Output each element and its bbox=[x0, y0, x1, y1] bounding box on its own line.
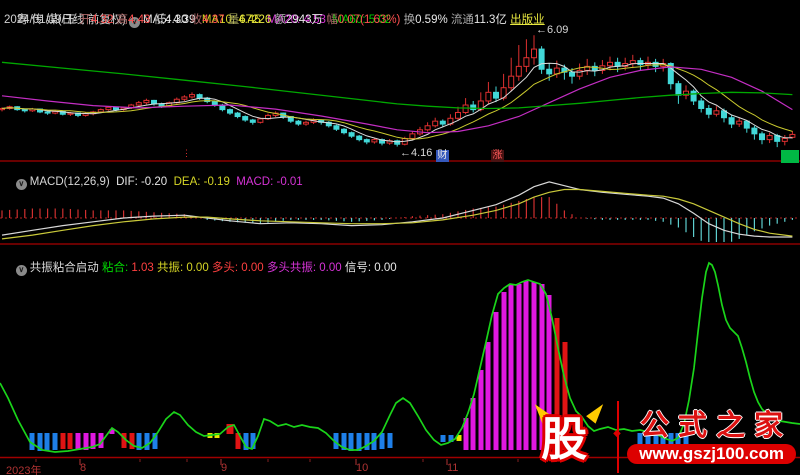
text-segment: 收 bbox=[190, 14, 203, 26]
horn-icon bbox=[586, 400, 609, 424]
watermark-text-block: 公式之家 www.gszj100.com bbox=[627, 410, 796, 464]
indicator-label-row: ∨ 共振粘合启动 粘合: 1.03 共振: 0.00 多头: 0.00 多头共振:… bbox=[3, 250, 397, 288]
x-axis-label: 10 bbox=[356, 462, 369, 474]
text-segment: 1.03 bbox=[131, 262, 157, 274]
text-segment: 低 bbox=[153, 14, 166, 26]
diamond-icon: ◆ bbox=[613, 428, 621, 439]
header-line2: 2024/01/19/五 开4.32 高4.43 低4.30 收4.37 量67… bbox=[4, 14, 545, 26]
text-segment: MACD: -0.01 bbox=[236, 176, 303, 188]
text-segment: 2024/01/19/五 bbox=[4, 14, 80, 26]
text-segment: 共振粘合启动 bbox=[29, 262, 102, 274]
text-segment: 0.07(1.63%) bbox=[337, 14, 404, 26]
high-price-label: ←6.09 bbox=[536, 24, 569, 36]
news-marker-cai[interactable]: 财 bbox=[436, 150, 449, 162]
x-axis-label: 9 bbox=[221, 462, 228, 474]
text-segment: 67226 bbox=[239, 14, 275, 26]
text-segment: 4.43 bbox=[128, 14, 154, 26]
watermark-divider: ◆ bbox=[613, 401, 621, 473]
text-segment: 信号: 0.00 bbox=[344, 262, 397, 274]
text-segment: 多头: 0.00 bbox=[211, 262, 267, 274]
site-name: 公式之家 bbox=[640, 410, 793, 442]
text-segment: 幅 bbox=[326, 14, 338, 26]
indicator-values: 共振粘合启动 粘合: 1.03 共振: 0.00 多头: 0.00 多头共振: … bbox=[30, 262, 397, 274]
site-url: www.gszj100.com bbox=[627, 444, 796, 464]
text-segment: 4.37 bbox=[202, 14, 228, 26]
text-segment: 高 bbox=[116, 14, 129, 26]
watermark: 股 ◆ 公式之家 www.gszj100.com bbox=[530, 400, 796, 473]
text-segment: 开 bbox=[79, 14, 91, 26]
ma-lines-layer bbox=[1, 61, 793, 143]
bull-logo-icon: 股 bbox=[530, 400, 609, 470]
x-axis-ticks bbox=[35, 459, 553, 465]
text-segment: 量 bbox=[227, 14, 240, 26]
low-price-label: ←4.16 bbox=[400, 147, 433, 159]
text-segment: DIF: -0.20 bbox=[116, 176, 174, 188]
green-tag[interactable] bbox=[781, 150, 799, 163]
divider-event-mark: ⋮ bbox=[182, 148, 191, 158]
text-segment: 多头共振: 0.00 bbox=[266, 262, 345, 274]
x-axis-label: 2023年 bbox=[6, 465, 42, 475]
text-segment: 共振: 0.00 bbox=[156, 262, 212, 274]
macd-values: MACD(12,26,9) DIF: -0.20 DEA: -0.19 MACD… bbox=[30, 176, 303, 188]
text-segment: 4.32 bbox=[90, 14, 117, 26]
logo-character: 股 bbox=[541, 413, 588, 465]
text-segment: 11.3亿 bbox=[473, 14, 511, 26]
text-segment: 换 bbox=[403, 14, 416, 26]
text-segment: DEA: -0.19 bbox=[173, 176, 237, 188]
text-segment: 流通 bbox=[450, 14, 474, 26]
stock-app-screen: 粤 传 媒(日线 前复权) ∨ MA5: 4.39 MA10: 4.45 MA20:… bbox=[0, 0, 800, 475]
x-axis-label: 11 bbox=[447, 462, 459, 474]
text-segment: 0.59% bbox=[415, 14, 451, 26]
news-marker-zhang[interactable]: 涨 bbox=[491, 150, 504, 162]
text-segment: 4.30 bbox=[165, 14, 191, 26]
collapse-icon[interactable]: ∨ bbox=[15, 179, 27, 190]
text-segment: 2943万 bbox=[285, 14, 327, 26]
macd-label-row: ∨ MACD(12,26,9) DIF: -0.20 DEA: -0.19 MAC… bbox=[3, 164, 303, 202]
x-axis-label: 8 bbox=[80, 462, 87, 474]
collapse-icon[interactable]: ∨ bbox=[15, 265, 27, 276]
text-segment: 粘合: bbox=[101, 262, 132, 274]
text-segment: MACD(12,26,9) bbox=[29, 176, 117, 188]
text-segment: 额 bbox=[274, 14, 286, 26]
